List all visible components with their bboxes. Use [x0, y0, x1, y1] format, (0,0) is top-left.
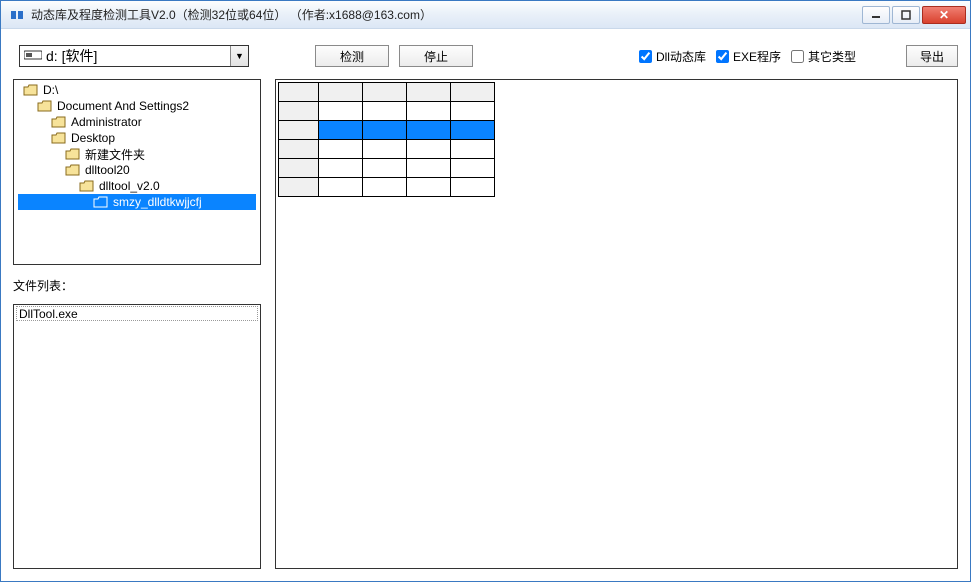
- tree-node[interactable]: Desktop: [18, 130, 256, 146]
- grid-row-header[interactable]: [279, 140, 319, 159]
- grid-row-header[interactable]: [279, 121, 319, 140]
- other-checkbox[interactable]: 其它类型: [791, 48, 856, 65]
- drive-select[interactable]: d: [软件] ▼: [19, 45, 249, 67]
- results-grid[interactable]: [278, 82, 495, 197]
- other-checkbox-label: 其它类型: [808, 48, 856, 65]
- grid-cell[interactable]: [407, 140, 451, 159]
- tree-node[interactable]: 新建文件夹: [18, 146, 256, 162]
- tree-node[interactable]: Administrator: [18, 114, 256, 130]
- grid-cell[interactable]: [451, 178, 495, 197]
- grid-cell[interactable]: [363, 121, 407, 140]
- dll-checkbox[interactable]: Dll动态库: [639, 48, 706, 65]
- folder-open-icon: [92, 195, 108, 209]
- file-item[interactable]: DllTool.exe: [16, 306, 258, 321]
- grid-cell[interactable]: [451, 140, 495, 159]
- window-controls: ✕: [862, 6, 966, 24]
- grid-cell[interactable]: [407, 178, 451, 197]
- folder-open-icon: [22, 83, 38, 97]
- tree-node[interactable]: Document And Settings2: [18, 98, 256, 114]
- left-column: D:\ Document And Settings2 Administrator De…: [13, 79, 261, 569]
- window-title: 动态库及程度检测工具V2.0（检测32位或64位） （作者:x1688@163.…: [31, 6, 862, 23]
- grid-cell[interactable]: [319, 178, 363, 197]
- grid-cell[interactable]: [451, 159, 495, 178]
- grid-corner: [279, 83, 319, 102]
- drive-label: d: [软件]: [46, 46, 97, 66]
- dll-checkbox-label: Dll动态库: [656, 48, 706, 65]
- tree-node-label: smzy_dlldtkwjjcfj: [111, 195, 204, 209]
- grid-col-header[interactable]: [363, 83, 407, 102]
- grid-cell[interactable]: [319, 102, 363, 121]
- dll-checkbox-input[interactable]: [639, 50, 652, 63]
- chevron-down-icon: ▼: [230, 46, 248, 66]
- exe-checkbox[interactable]: EXE程序: [716, 48, 781, 65]
- tree-node[interactable]: dlltool_v2.0: [18, 178, 256, 194]
- tree-node-label: Desktop: [69, 131, 117, 145]
- tree-node-label: dlltool_v2.0: [97, 179, 162, 193]
- grid-row-header[interactable]: [279, 159, 319, 178]
- folder-open-icon: [36, 99, 52, 113]
- minimize-button[interactable]: [862, 6, 890, 24]
- tree-node-label: Administrator: [69, 115, 144, 129]
- stop-button[interactable]: 停止: [399, 45, 473, 67]
- maximize-button[interactable]: [892, 6, 920, 24]
- exe-checkbox-label: EXE程序: [733, 48, 781, 65]
- detect-button[interactable]: 检测: [315, 45, 389, 67]
- grid-cell[interactable]: [407, 102, 451, 121]
- tree-node-label: D:\: [41, 83, 60, 97]
- app-window: 动态库及程度检测工具V2.0（检测32位或64位） （作者:x1688@163.…: [0, 0, 971, 582]
- tree-node[interactable]: dlltool20: [18, 162, 256, 178]
- toolbar: d: [软件] ▼ 检测 停止 Dll动态库 EXE程序 其它类型 导出: [13, 43, 958, 69]
- grid-cell[interactable]: [319, 121, 363, 140]
- grid-col-header[interactable]: [407, 83, 451, 102]
- grid-row-header[interactable]: [279, 178, 319, 197]
- grid-cell[interactable]: [319, 140, 363, 159]
- grid-cell[interactable]: [407, 121, 451, 140]
- file-list-label: 文件列表：: [13, 277, 261, 294]
- grid-cell[interactable]: [451, 121, 495, 140]
- export-button[interactable]: 导出: [906, 45, 958, 67]
- grid-col-header[interactable]: [319, 83, 363, 102]
- app-icon: [9, 7, 25, 23]
- folder-open-icon: [50, 131, 66, 145]
- grid-row-header[interactable]: [279, 102, 319, 121]
- folder-open-icon: [50, 115, 66, 129]
- grid-col-header[interactable]: [451, 83, 495, 102]
- grid-cell[interactable]: [363, 140, 407, 159]
- titlebar: 动态库及程度检测工具V2.0（检测32位或64位） （作者:x1688@163.…: [1, 1, 970, 29]
- other-checkbox-input[interactable]: [791, 50, 804, 63]
- content-row: D:\ Document And Settings2 Administrator De…: [13, 79, 958, 569]
- folder-open-icon: [78, 179, 94, 193]
- tree-node-label: 新建文件夹: [83, 146, 147, 163]
- file-list[interactable]: DllTool.exe: [13, 304, 261, 569]
- folder-tree[interactable]: D:\ Document And Settings2 Administrator De…: [13, 79, 261, 265]
- grid-cell[interactable]: [363, 159, 407, 178]
- grid-cell[interactable]: [407, 159, 451, 178]
- tree-node[interactable]: smzy_dlldtkwjjcfj: [18, 194, 256, 210]
- exe-checkbox-input[interactable]: [716, 50, 729, 63]
- tree-node[interactable]: D:\: [18, 82, 256, 98]
- folder-open-icon: [64, 163, 80, 177]
- grid-cell[interactable]: [319, 159, 363, 178]
- grid-cell[interactable]: [451, 102, 495, 121]
- grid-cell[interactable]: [363, 102, 407, 121]
- folder-open-icon: [64, 147, 80, 161]
- grid-cell[interactable]: [363, 178, 407, 197]
- client-area: d: [软件] ▼ 检测 停止 Dll动态库 EXE程序 其它类型 导出: [1, 29, 970, 581]
- tree-node-label: Document And Settings2: [55, 99, 191, 113]
- close-button[interactable]: ✕: [922, 6, 966, 24]
- drive-icon: [24, 48, 42, 64]
- results-panel: [275, 79, 958, 569]
- tree-node-label: dlltool20: [83, 163, 132, 177]
